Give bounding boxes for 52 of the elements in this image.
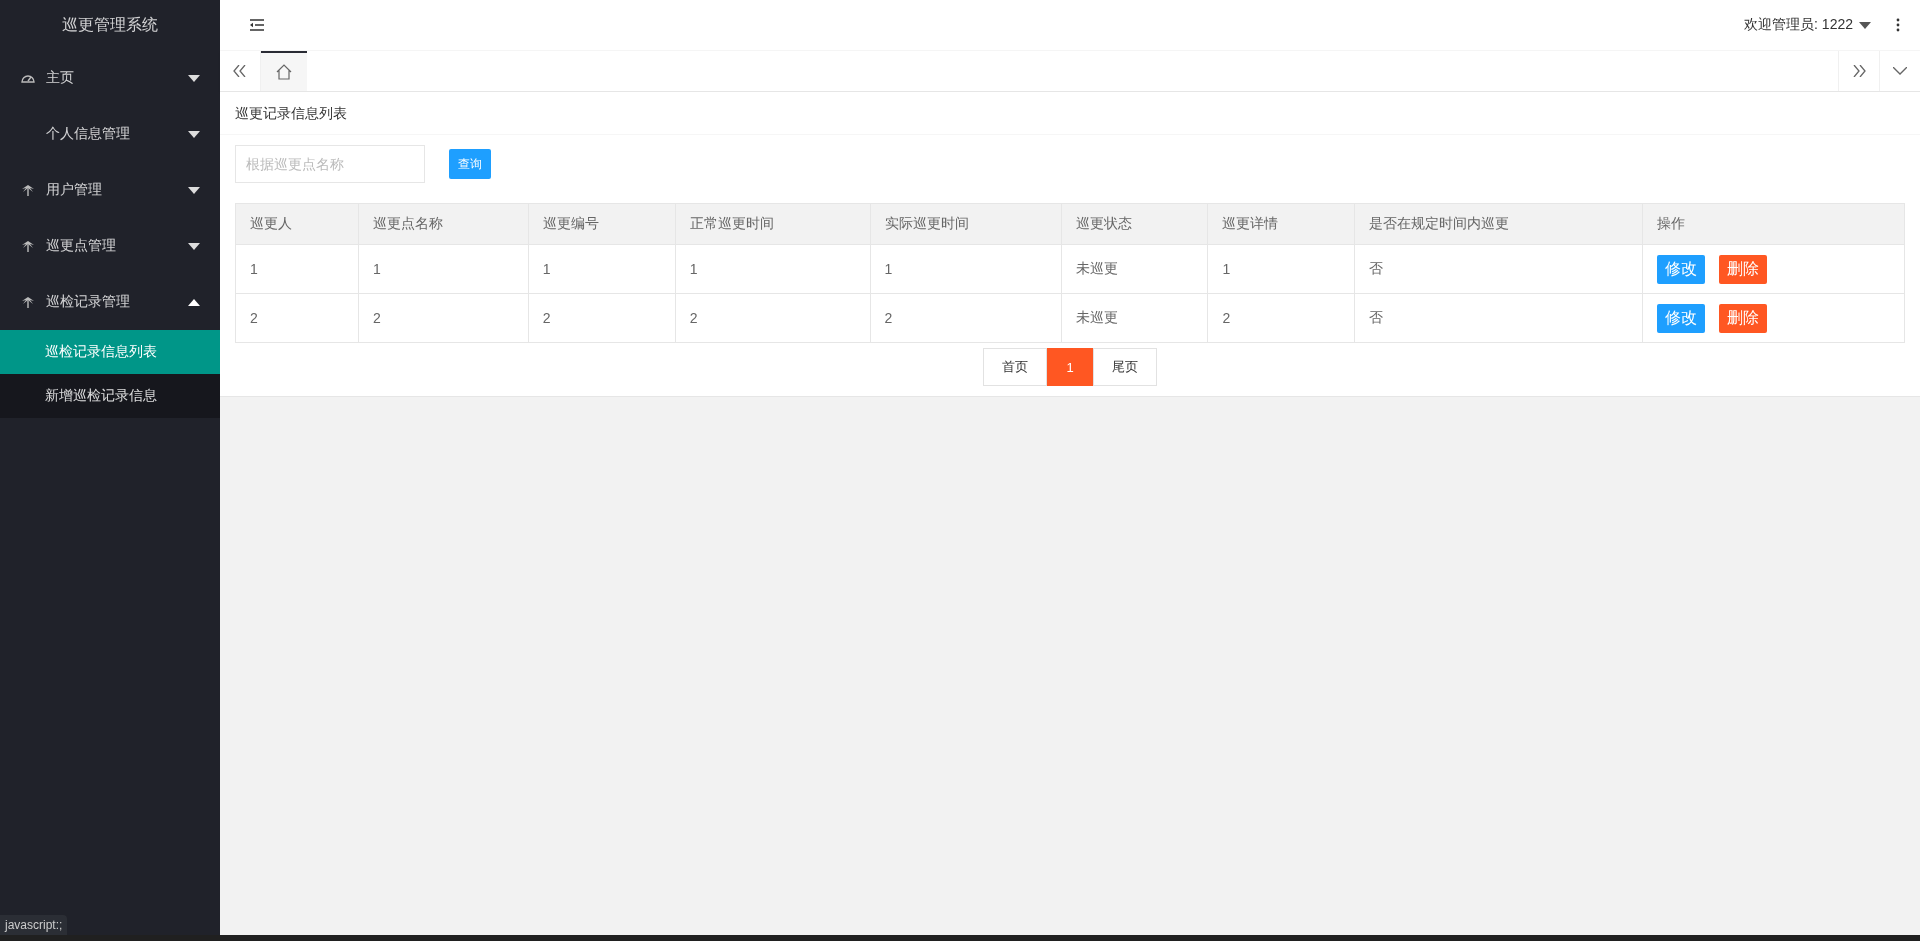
double-chevron-right-icon (1852, 65, 1866, 77)
first-page-button[interactable]: 首页 (983, 348, 1048, 386)
table-cell: 未巡更 (1061, 244, 1208, 294)
menu-icon[interactable] (250, 19, 264, 31)
column-header: 巡更点名称 (358, 203, 529, 245)
caret-icon (188, 130, 200, 138)
table-cell: 1 (235, 244, 359, 294)
column-header: 实际巡更时间 (870, 203, 1062, 245)
table-cell: 否 (1354, 293, 1643, 343)
more-icon[interactable] (1896, 18, 1900, 32)
last-page-button[interactable]: 尾页 (1092, 348, 1157, 386)
column-header: 巡更详情 (1207, 203, 1355, 245)
table-cell: 2 (1207, 293, 1355, 343)
caret-icon (188, 298, 200, 306)
home-tab[interactable] (261, 51, 307, 91)
sidebar-item[interactable]: 个人信息管理 (0, 106, 220, 162)
caret-icon (1859, 21, 1871, 29)
column-header: 正常巡更时间 (675, 203, 871, 245)
app-title: 巡更管理系统 (61, 14, 159, 35)
double-chevron-left-icon (233, 65, 247, 77)
column-header: 巡更人 (235, 203, 359, 245)
table-cell: 2 (675, 293, 871, 343)
table-cell: 1 (1207, 244, 1355, 294)
table-cell: 1 (675, 244, 871, 294)
caret-icon (188, 186, 200, 194)
column-header: 巡更状态 (1061, 203, 1208, 245)
sidebar-item[interactable]: 巡更点管理 (0, 218, 220, 274)
table-cell: 未巡更 (1061, 293, 1208, 343)
status-tooltip: javascript:; (0, 915, 68, 935)
table-cell: 否 (1354, 244, 1643, 294)
sidebar-item[interactable]: 主页 (0, 50, 220, 106)
card-title: 巡更记录信息列表 (220, 92, 1920, 135)
home-icon (276, 64, 292, 80)
table-cell: 1 (870, 244, 1062, 294)
table-cell: 1 (358, 244, 529, 294)
sidebar-subitem[interactable]: 新增巡检记录信息 (0, 374, 220, 418)
user-menu[interactable]: 欢迎管理员: 1222 (1744, 16, 1871, 34)
table-cell: 2 (870, 293, 1062, 343)
column-header: 是否在规定时间内巡更 (1354, 203, 1643, 245)
search-field[interactable]: 根据巡更点名称 (235, 145, 425, 183)
chevron-down-icon (1893, 67, 1907, 75)
table-cell: 2 (235, 293, 359, 343)
caret-icon (188, 242, 200, 250)
column-header: 巡更编号 (528, 203, 676, 245)
sidebar-subitem[interactable]: 巡检记录信息列表 (0, 330, 220, 374)
sidebar-item[interactable]: 巡检记录管理 (0, 274, 220, 330)
column-header: 操作 (1642, 203, 1905, 245)
table-cell: 2 (528, 293, 676, 343)
table-cell: 1 (528, 244, 676, 294)
caret-icon (188, 74, 200, 82)
table-cell: 2 (358, 293, 529, 343)
sidebar-item[interactable]: 用户管理 (0, 162, 220, 218)
